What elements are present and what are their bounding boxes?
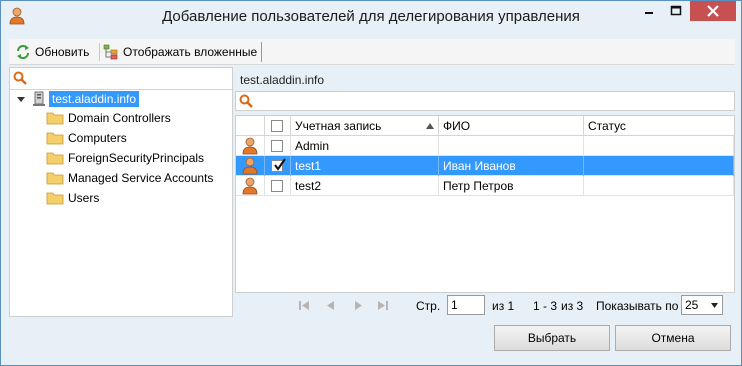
row-status [584,136,734,156]
folder-icon [46,112,64,125]
maximize-button[interactable] [663,1,689,21]
row-checkbox[interactable] [271,140,283,152]
show-nested-button[interactable]: Отображать вложенные [103,42,263,62]
page-size-label: Показывать по [596,299,679,313]
next-page-icon[interactable] [353,300,363,311]
first-page-icon[interactable] [299,300,309,311]
page-count: из 1 [492,299,515,313]
tree-node-managed-service-accounts[interactable]: Managed Service Accounts [46,168,213,188]
tree-node-computers[interactable]: Computers [46,128,127,148]
table-row-selected[interactable]: test1 Иван Иванов [236,156,734,176]
folder-icon [46,132,64,145]
user-icon [242,137,258,155]
row-account: Admin [291,136,439,156]
grid-header: Учетная запись ФИО Статус [236,116,734,136]
chevron-down-icon [711,303,718,308]
cancel-button[interactable]: Отмена [615,325,731,351]
row-icon-cell [236,156,265,176]
select-button[interactable]: Выбрать [494,325,610,351]
show-nested-label: Отображать вложенные [123,45,258,59]
header-fio[interactable]: ФИО [439,116,584,136]
maximize-icon [670,5,682,16]
header-fio-label: ФИО [443,119,471,133]
pager: Стр. 1 из 1 1 - 3 из 3 Показывать по 25 [235,293,735,317]
domain-server-icon [33,91,45,106]
page-size-value: 25 [685,298,699,312]
record-range: 1 - 3 [533,299,558,313]
tree-root-node[interactable]: test.aladdin.info [16,90,140,108]
refresh-button[interactable]: Обновить [15,42,89,62]
row-icon-cell [236,136,265,156]
row-status [584,176,734,196]
tree-node-domain-controllers[interactable]: Domain Controllers [46,108,171,128]
row-status [584,156,734,176]
tree-panel: test.aladdin.info Domain Controllers Com… [9,67,233,317]
tree-node-label: Computers [68,131,127,145]
header-account-label: Учетная запись [295,119,382,133]
sort-ascending-icon [426,123,434,129]
checkmark-icon [274,158,286,171]
row-checkbox-cell[interactable] [265,176,291,196]
folder-icon [46,192,64,205]
previous-page-icon[interactable] [326,300,336,311]
user-icon [242,177,258,195]
tree-node-label: Users [68,191,100,205]
header-status-label: Статус [588,119,626,133]
header-icon-column [236,116,265,136]
search-icon[interactable] [239,94,253,108]
users-panel: test.aladdin.info Учетная запись ФИО Ста… [235,67,735,317]
minimize-icon [645,12,653,14]
row-fio: Петр Петров [439,176,584,196]
row-account: test2 [291,176,439,196]
page-label: Стр. [416,299,441,313]
tree-node-label: Managed Service Accounts [68,171,214,185]
header-select-all[interactable] [265,116,291,136]
row-checkbox-cell[interactable] [265,156,291,176]
close-button[interactable] [690,1,736,21]
row-checkbox-cell[interactable] [265,136,291,156]
collapse-triangle-icon[interactable] [16,94,26,104]
tree-node-foreign-security-principals[interactable]: ForeignSecurityPrincipals [46,148,204,168]
folder-icon [46,152,64,165]
record-total: из 3 [561,299,584,313]
row-checkbox-checked[interactable] [271,158,286,172]
row-account: test1 [291,156,439,176]
header-status[interactable]: Статус [584,116,734,136]
toolbar-separator [99,43,100,61]
tree-node-label: Domain Controllers [68,111,171,125]
row-icon-cell [236,176,265,196]
users-grid: Учетная запись ФИО Статус Admin test1 Ив… [235,115,735,293]
tree-node-label: ForeignSecurityPrincipals [68,151,205,165]
container-path: test.aladdin.info [240,73,325,87]
title-bar[interactable]: Добавление пользователей для делегирован… [1,1,741,31]
page-number-input[interactable]: 1 [447,295,485,315]
user-search-input[interactable] [235,91,735,111]
dialog-window: Добавление пользователей для делегирован… [0,0,742,366]
table-row[interactable]: test2 Петр Петров [236,176,734,196]
tree-node-users[interactable]: Users [46,188,99,208]
toolbar: Обновить Отображать вложенные [9,39,735,65]
minimize-button[interactable] [636,1,662,21]
nested-groups-icon [103,44,118,60]
select-all-checkbox[interactable] [271,120,283,132]
refresh-label: Обновить [35,45,90,59]
row-fio [439,136,584,156]
folder-icon [46,172,64,185]
user-icon [242,157,258,175]
last-page-icon[interactable] [378,300,388,311]
search-icon[interactable] [13,71,27,85]
window-title: Добавление пользователей для делегирован… [162,8,580,25]
refresh-icon [17,45,29,59]
header-account[interactable]: Учетная запись [291,116,439,136]
tree-root-label: test.aladdin.info [49,91,140,107]
close-icon [707,5,719,17]
row-fio: Иван Иванов [439,156,584,176]
table-row[interactable]: Admin [236,136,734,156]
page-size-select[interactable]: 25 [681,295,723,315]
row-checkbox[interactable] [271,180,283,192]
